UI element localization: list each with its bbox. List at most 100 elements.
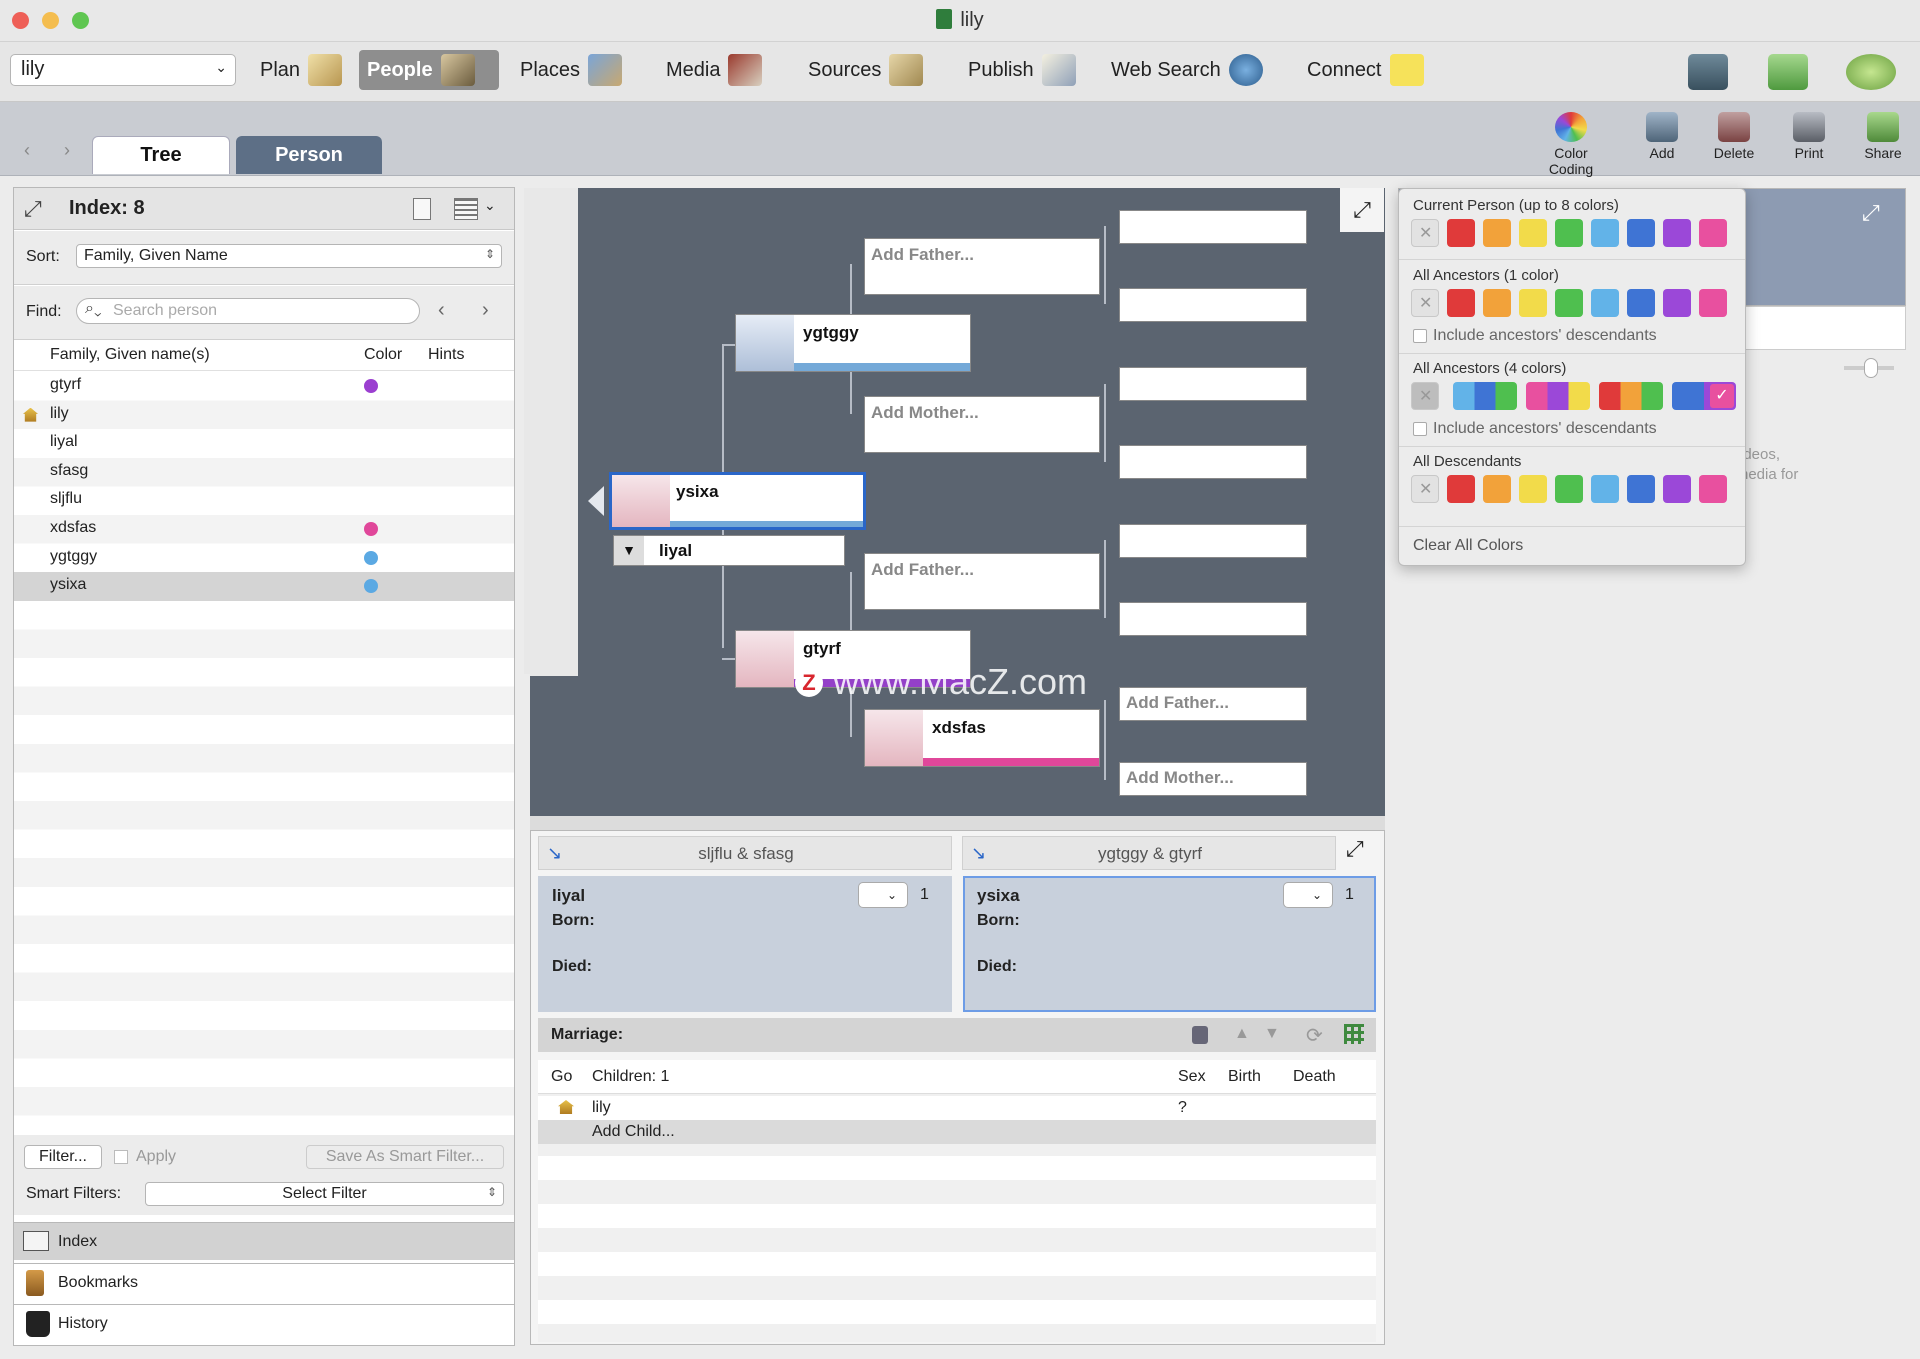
index-row[interactable]: liyal xyxy=(14,429,514,458)
no-color-swatch[interactable]: ✕ xyxy=(1411,382,1439,410)
color-swatch[interactable] xyxy=(1591,475,1619,503)
web-search-button[interactable]: Web Search xyxy=(1103,50,1271,90)
color-swatch[interactable] xyxy=(1627,289,1655,317)
add-father-card[interactable]: Add Father... xyxy=(864,238,1100,295)
sidebar-item-bookmarks[interactable]: Bookmarks xyxy=(14,1263,514,1301)
filter-button[interactable]: Filter... xyxy=(24,1145,102,1169)
columns-icon[interactable] xyxy=(454,198,478,220)
print-button[interactable]: Print xyxy=(1769,112,1849,161)
add-child-row[interactable]: Add Child... xyxy=(538,1120,1376,1144)
search-input[interactable]: ⌕⌄ Search person xyxy=(76,298,420,324)
index-row[interactable]: ygtggy xyxy=(14,544,514,573)
couple-icon[interactable] xyxy=(1192,1026,1208,1044)
color-swatch[interactable] xyxy=(1519,219,1547,247)
expand-icon[interactable]: ⤢ xyxy=(24,196,42,222)
partner-menu-button[interactable]: ⌄ xyxy=(1283,882,1333,908)
color-swatch[interactable] xyxy=(1483,475,1511,503)
next-result-icon[interactable]: › xyxy=(482,299,489,322)
index-row[interactable]: ysixa xyxy=(14,572,514,601)
move-up-icon[interactable]: ▲ xyxy=(1234,1025,1250,1043)
color-swatch[interactable] xyxy=(1663,289,1691,317)
color-swatch[interactable] xyxy=(1519,289,1547,317)
color-group-swatch[interactable] xyxy=(1453,382,1517,410)
include-descendants-checkbox[interactable]: Include ancestors' descendants xyxy=(1413,420,1657,438)
partner-right-card[interactable]: ysixa ⌄ 1 Born: Died: xyxy=(963,876,1376,1012)
color-group-swatch[interactable]: ✓ xyxy=(1672,382,1736,410)
color-swatch[interactable] xyxy=(1663,219,1691,247)
share-button[interactable]: Share xyxy=(1843,112,1920,161)
color-swatch[interactable] xyxy=(1591,219,1619,247)
apply-checkbox[interactable] xyxy=(114,1150,128,1164)
smart-filter-select[interactable]: Select Filter ⇕ xyxy=(145,1182,504,1206)
color-swatch[interactable] xyxy=(1699,289,1727,317)
sidebar-item-history[interactable]: History xyxy=(14,1304,514,1344)
child-row[interactable]: lily ? xyxy=(538,1096,1376,1120)
splitter[interactable] xyxy=(530,816,1385,830)
grandmother-card[interactable]: xdsfas xyxy=(864,709,1100,767)
color-swatch[interactable] xyxy=(1555,289,1583,317)
delete-person-button[interactable]: Delete xyxy=(1694,112,1774,161)
color-swatch[interactable] xyxy=(1483,219,1511,247)
index-row[interactable]: gtyrf xyxy=(14,372,514,401)
color-swatch[interactable] xyxy=(1555,219,1583,247)
add-father-card[interactable]: Add Father... xyxy=(864,553,1100,610)
people-button[interactable]: People xyxy=(359,50,499,90)
leaf-sync-icon[interactable] xyxy=(1846,54,1896,90)
color-swatch[interactable] xyxy=(1699,219,1727,247)
media-size-slider[interactable] xyxy=(1844,358,1894,378)
index-row[interactable]: sljflu xyxy=(14,486,514,515)
index-row[interactable]: sfasg xyxy=(14,458,514,487)
index-row[interactable]: lily xyxy=(14,401,514,430)
color-group-swatch[interactable] xyxy=(1599,382,1663,410)
empty-ancestor-slot[interactable] xyxy=(1119,288,1307,322)
family-expand-icon[interactable]: ⤢ xyxy=(1346,836,1376,866)
index-row[interactable]: xdsfas xyxy=(14,515,514,544)
save-smart-filter-button[interactable]: Save As Smart Filter... xyxy=(306,1145,504,1169)
color-coding-button[interactable]: Color Coding xyxy=(1531,112,1611,177)
col-name[interactable]: Family, Given name(s) xyxy=(50,346,210,364)
color-swatch[interactable] xyxy=(1699,475,1727,503)
spouse-card[interactable]: ▼ liyal xyxy=(613,535,845,566)
forward-arrow-icon[interactable]: › xyxy=(52,140,82,164)
empty-ancestor-slot[interactable] xyxy=(1119,445,1307,479)
slider-knob[interactable] xyxy=(1864,358,1878,378)
parents-left-header[interactable]: ↘ sljflu & sfasg xyxy=(538,836,952,870)
color-swatch[interactable] xyxy=(1555,475,1583,503)
sort-select[interactable]: Family, Given Name ⇕ xyxy=(76,244,502,268)
empty-ancestor-slot[interactable] xyxy=(1119,602,1307,636)
media-expand-icon[interactable]: ⤢ xyxy=(1862,200,1892,230)
color-group-swatch[interactable] xyxy=(1526,382,1590,410)
grid-icon[interactable] xyxy=(1344,1024,1364,1044)
tab-person[interactable]: Person xyxy=(236,136,382,174)
clear-all-colors-button[interactable]: Clear All Colors xyxy=(1413,537,1523,555)
add-mother-card[interactable]: Add Mother... xyxy=(864,396,1100,453)
add-mother-card[interactable]: Add Mother... xyxy=(1119,762,1307,796)
father-card[interactable]: ygtggy xyxy=(735,314,971,372)
color-swatch[interactable] xyxy=(1627,475,1655,503)
color-swatch[interactable] xyxy=(1519,475,1547,503)
parents-right-header[interactable]: ↘ ygtggy & gtyrf xyxy=(962,836,1336,870)
back-arrow-icon[interactable]: ‹ xyxy=(12,140,42,164)
home-icon[interactable] xyxy=(558,1100,574,1114)
no-color-swatch[interactable]: ✕ xyxy=(1411,219,1439,247)
partner-menu-button[interactable]: ⌄ xyxy=(858,882,908,908)
color-swatch[interactable] xyxy=(1627,219,1655,247)
plan-button[interactable]: Plan xyxy=(252,50,350,90)
spouse-menu-chevron-icon[interactable]: ▼ xyxy=(614,536,644,565)
sidebar-item-index[interactable]: Index xyxy=(14,1222,514,1260)
partner-left-card[interactable]: liyal ⌄ 1 Born: Died: xyxy=(538,876,952,1012)
media-button[interactable]: Media xyxy=(658,50,770,90)
tab-tree[interactable]: Tree xyxy=(92,136,230,174)
chevron-down-icon[interactable]: ⌄ xyxy=(484,197,496,214)
add-father-card[interactable]: Add Father... xyxy=(1119,687,1307,721)
family-tree-icon[interactable] xyxy=(1768,54,1808,90)
tree-view-icon[interactable] xyxy=(1688,54,1728,90)
empty-ancestor-slot[interactable] xyxy=(1119,367,1307,401)
add-person-button[interactable]: Add xyxy=(1622,112,1702,161)
previous-result-icon[interactable]: ‹ xyxy=(438,299,445,322)
col-color[interactable]: Color xyxy=(364,346,402,364)
color-swatch[interactable] xyxy=(1447,289,1475,317)
color-swatch[interactable] xyxy=(1591,289,1619,317)
refresh-icon[interactable]: ⟳ xyxy=(1306,1023,1323,1048)
sources-button[interactable]: Sources xyxy=(800,50,931,90)
